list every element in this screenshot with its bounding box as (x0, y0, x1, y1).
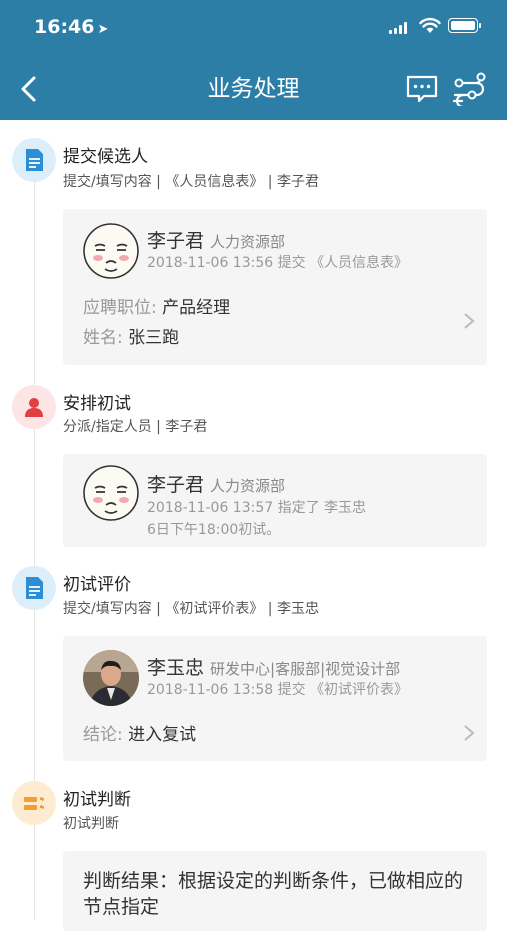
step-card[interactable]: 李子君 人力资源部 2018-11-06 13:56 提交 《人员信息表》 应聘职… (63, 209, 487, 365)
avatar (83, 465, 139, 521)
location-arrow-icon: ➤ (97, 22, 109, 37)
step-title: 初试评价 (63, 575, 131, 595)
user-name: 李子君 (147, 230, 205, 252)
card-activity: 2018-11-06 13:57 指定了 李玉忠 (147, 500, 367, 516)
judgment-result: 判断结果：根据设定的判断条件，已做相应的节点指定 (83, 870, 464, 918)
user-dept: 人力资源部 (210, 233, 286, 251)
avatar (83, 650, 139, 706)
step-title: 提交候选人 (63, 147, 148, 167)
step-card[interactable]: 李子君 人力资源部 2018-11-06 13:57 指定了 李玉忠 6日下午18… (63, 454, 487, 547)
document-node-icon (12, 138, 56, 182)
message-button[interactable] (405, 74, 439, 104)
field-name: 姓名: 张三跑 (83, 328, 180, 348)
field-conclusion: 结论: 进入复试 (83, 725, 197, 745)
user-name: 李玉忠 (147, 657, 205, 679)
step-card[interactable]: 判断结果：根据设定的判断条件，已做相应的节点指定 (63, 851, 487, 931)
step-title: 初试判断 (63, 790, 131, 810)
step-subtitle: 初试判断 (63, 816, 119, 832)
wifi-icon (419, 17, 441, 33)
person-node-icon (12, 385, 56, 429)
card-activity: 2018-11-06 13:56 提交 《人员信息表》 (147, 255, 409, 271)
step-title: 安排初试 (63, 394, 131, 414)
field-position: 应聘职位: 产品经理 (83, 298, 231, 318)
user-dept: 人力资源部 (210, 477, 286, 495)
battery-icon (448, 18, 481, 33)
step-subtitle: 提交/填写内容 | 《人员信息表》 | 李子君 (63, 174, 319, 190)
chevron-right-icon (464, 725, 475, 741)
status-time: 16:46 ➤ (34, 16, 109, 38)
document-node-icon (12, 566, 56, 610)
user-name: 李子君 (147, 474, 205, 496)
step-subtitle: 提交/填写内容 | 《初试评价表》 | 李玉忠 (63, 601, 319, 617)
flow-button[interactable] (452, 72, 488, 106)
user-dept: 研发中心|客服部|视觉设计部 (210, 660, 401, 678)
card-note: 6日下午18:00初试。 (147, 522, 281, 538)
step-subtitle: 分派/指定人员 | 李子君 (63, 419, 208, 435)
decision-node-icon (12, 781, 56, 825)
app-header: 16:46 ➤ 业务处理 (0, 0, 507, 120)
avatar (83, 223, 139, 279)
chevron-right-icon (464, 313, 475, 329)
card-activity: 2018-11-06 13:58 提交 《初试评价表》 (147, 682, 409, 698)
step-card[interactable]: 李玉忠 研发中心|客服部|视觉设计部 2018-11-06 13:58 提交 《初… (63, 636, 487, 761)
signal-icon (389, 22, 411, 34)
